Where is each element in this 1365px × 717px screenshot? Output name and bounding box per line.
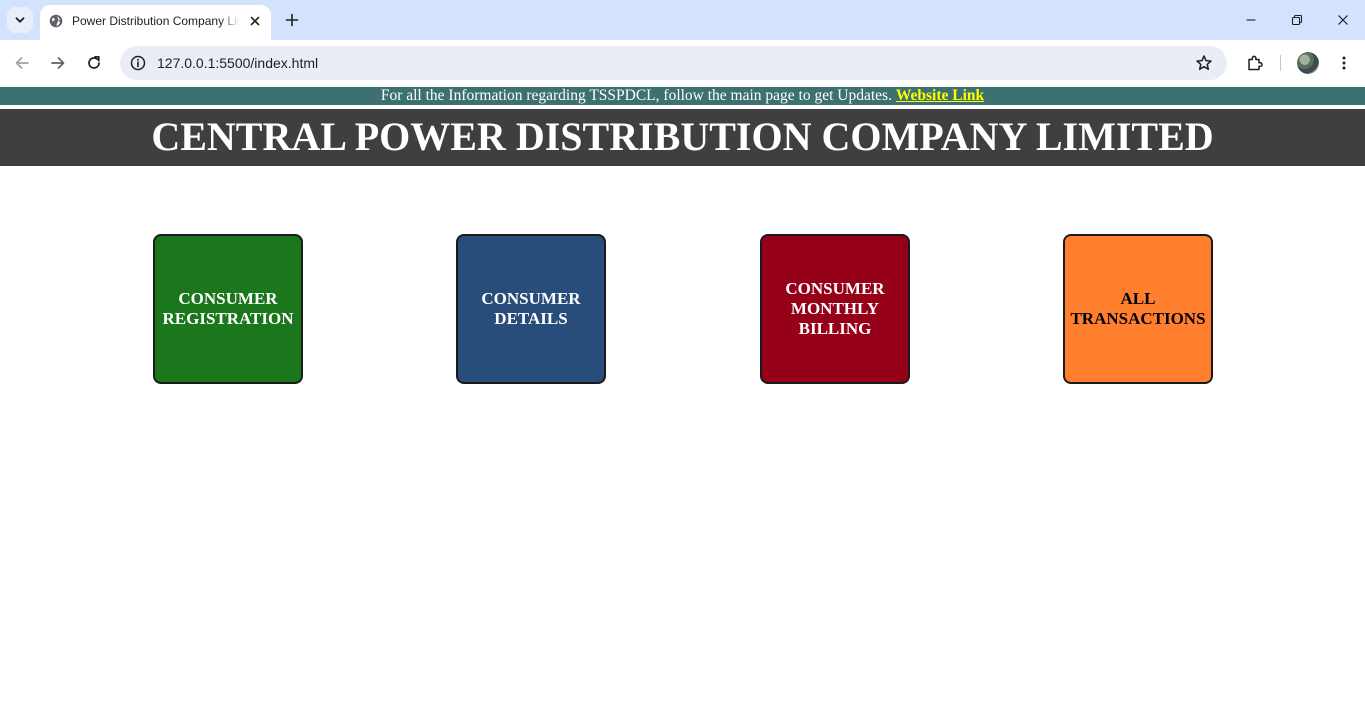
- star-icon: [1196, 55, 1212, 71]
- window-close-button[interactable]: [1328, 7, 1358, 33]
- toolbar-divider: [1280, 55, 1281, 71]
- window-close-icon: [1338, 15, 1348, 25]
- profile-avatar[interactable]: [1297, 52, 1319, 74]
- new-tab-button[interactable]: [281, 9, 303, 31]
- reload-button[interactable]: [82, 51, 106, 75]
- browser-menu-button[interactable]: [1332, 51, 1356, 75]
- page-title: CENTRAL POWER DISTRIBUTION COMPANY LIMIT…: [0, 109, 1365, 166]
- puzzle-extension-icon: [1248, 55, 1263, 71]
- page-content: For all the Information regarding TSSPDC…: [0, 86, 1365, 717]
- tab-close-button[interactable]: [247, 13, 263, 29]
- browser-toolbar: 127.0.0.1:5500/index.html: [0, 40, 1365, 86]
- consumer-monthly-billing-button[interactable]: CONSUMER MONTHLY BILLING: [760, 234, 910, 384]
- consumer-details-button[interactable]: CONSUMER DETAILS: [456, 234, 606, 384]
- restore-icon: [1291, 14, 1303, 26]
- forward-arrow-icon: [51, 57, 65, 69]
- card-label: CONSUMER MONTHLY BILLING: [785, 279, 885, 338]
- address-bar[interactable]: 127.0.0.1:5500/index.html: [120, 46, 1227, 80]
- restore-button[interactable]: [1282, 7, 1312, 33]
- url-text: 127.0.0.1:5500/index.html: [157, 55, 319, 71]
- plus-icon: [285, 13, 299, 27]
- site-info-button[interactable]: [129, 54, 147, 72]
- all-transactions-button[interactable]: ALL TRANSACTIONS: [1063, 234, 1213, 384]
- card-label: CONSUMER REGISTRATION: [162, 289, 294, 328]
- minimize-button[interactable]: [1236, 7, 1266, 33]
- tab-search-button[interactable]: [7, 7, 33, 33]
- card-label: ALL TRANSACTIONS: [1070, 289, 1206, 328]
- globe-favicon-icon: [49, 14, 63, 28]
- back-button[interactable]: [10, 51, 34, 75]
- extensions-button[interactable]: [1243, 51, 1267, 75]
- kebab-menu-icon: [1342, 56, 1346, 70]
- site-info-icon: [130, 55, 146, 71]
- back-arrow-icon: [15, 57, 29, 69]
- chevron-down-icon: [15, 17, 25, 23]
- consumer-registration-button[interactable]: CONSUMER REGISTRATION: [153, 234, 303, 384]
- tab-title: Power Distribution Company Limited: [72, 14, 240, 28]
- reload-icon: [88, 55, 100, 69]
- close-icon: [250, 16, 260, 26]
- minimize-icon: [1246, 19, 1256, 21]
- forward-button[interactable]: [46, 51, 70, 75]
- browser-tabstrip: Power Distribution Company Limited: [0, 0, 1365, 40]
- notice-text: For all the Information regarding TSSPDC…: [380, 87, 892, 104]
- notice-bar: For all the Information regarding TSSPDC…: [0, 87, 1365, 105]
- website-link[interactable]: Website Link: [896, 87, 984, 104]
- browser-tab-active[interactable]: Power Distribution Company Limited: [40, 5, 271, 40]
- card-label: CONSUMER DETAILS: [481, 289, 581, 328]
- bookmark-button[interactable]: [1194, 53, 1214, 73]
